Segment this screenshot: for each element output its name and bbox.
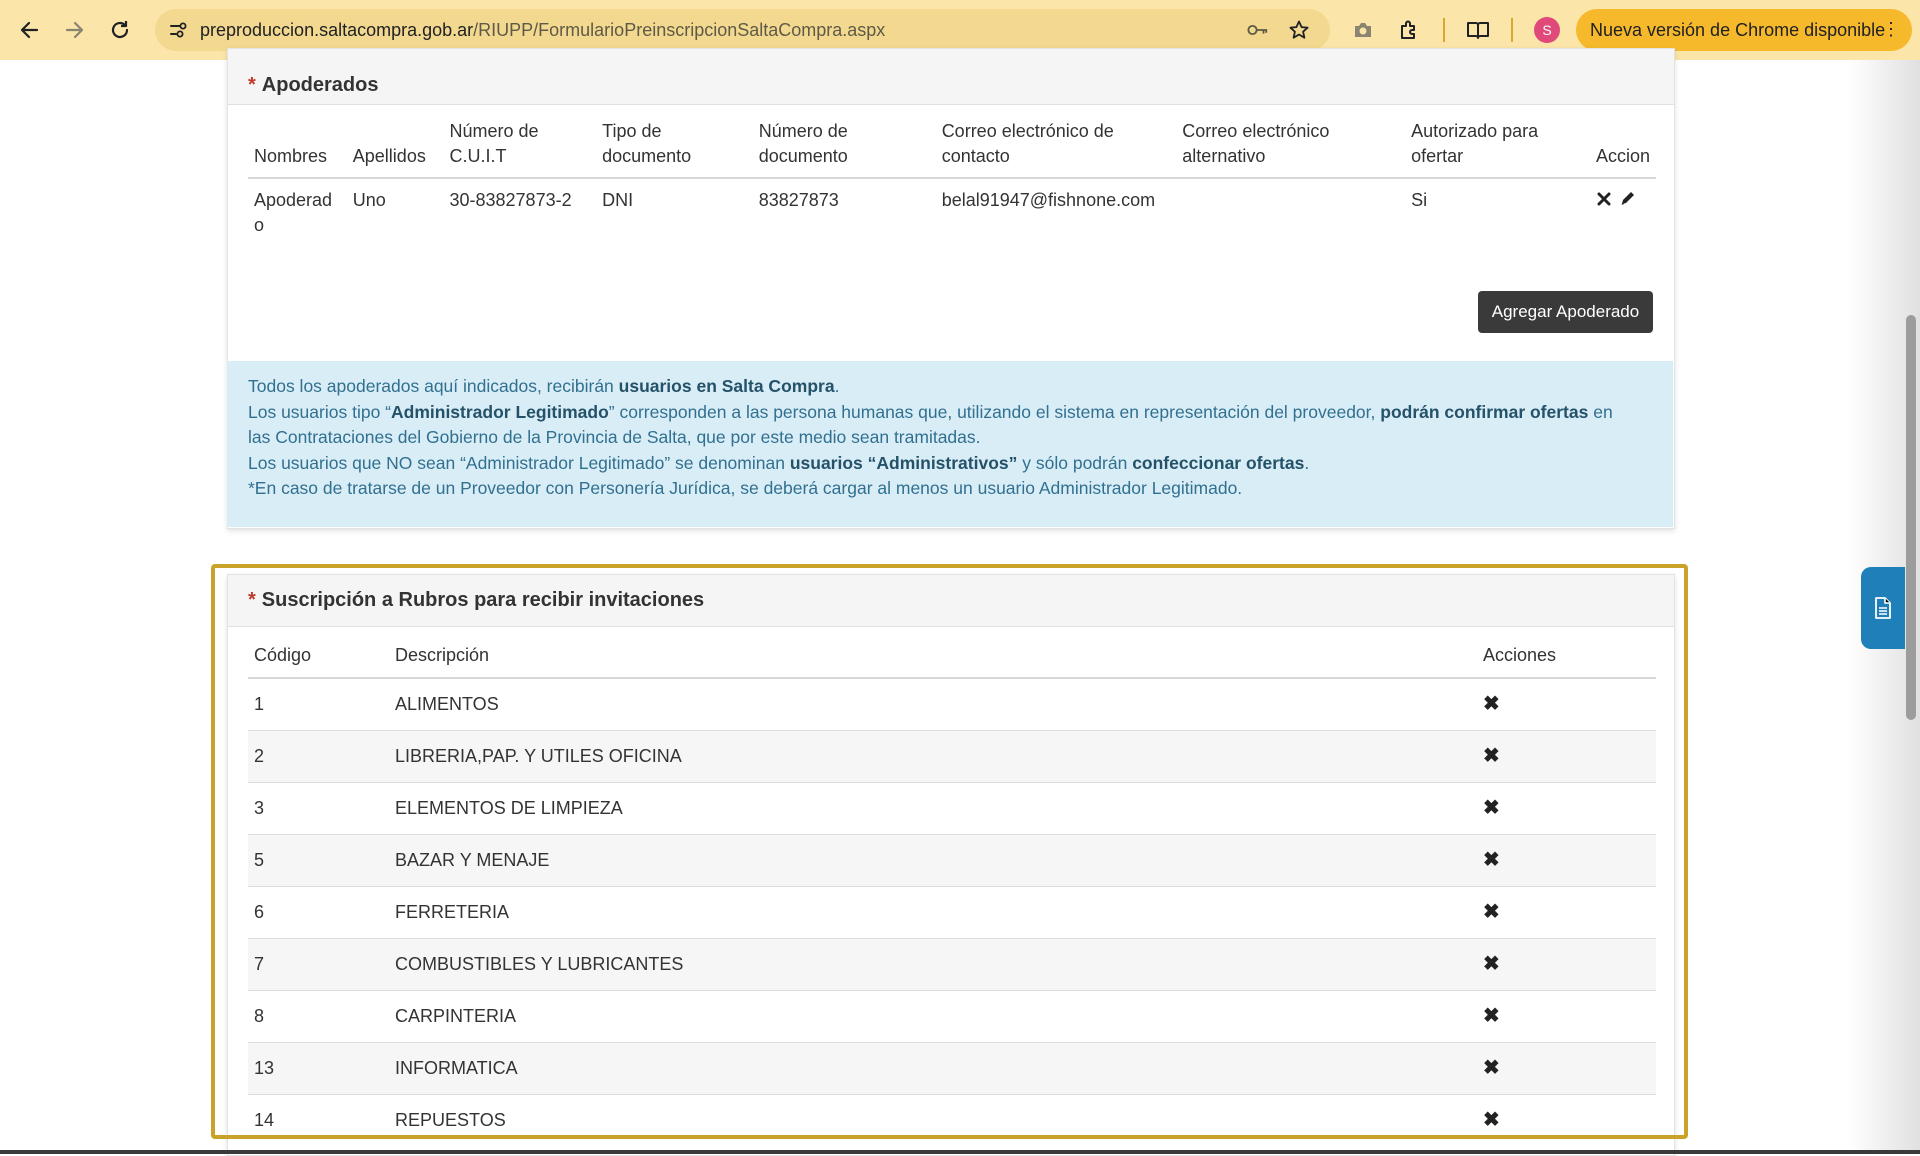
forward-arrow-icon[interactable]	[60, 15, 90, 45]
toolbar-separator	[1511, 18, 1513, 42]
col-num-doc-line2: documento	[758, 146, 848, 166]
col-nombres: Nombres	[248, 119, 347, 179]
info-line: Los usuarios que NO sean “Administrador …	[248, 451, 1652, 477]
bottom-edge	[0, 1150, 1920, 1154]
cell-num-doc: 83827873	[758, 190, 839, 210]
col-correo-alt-line2: alternativo	[1182, 146, 1266, 166]
col-tipo-doc-line1: Tipo de	[602, 121, 662, 141]
profile-avatar[interactable]: S	[1534, 17, 1560, 43]
cell-correo: belal91947@fishnone.com	[941, 190, 1156, 210]
nombres-line1: Apoderad	[254, 190, 333, 210]
camera-icon[interactable]	[1351, 18, 1375, 42]
url-host: preproduccion.saltacompra.gob.ar	[200, 20, 474, 40]
chrome-update-button[interactable]: Nueva versión de Chrome disponible ⋮	[1576, 9, 1912, 51]
nombres-line2: o	[254, 215, 265, 235]
cell-accion	[1590, 178, 1656, 247]
info-text: en	[1588, 401, 1613, 422]
toolbar-separator	[1443, 18, 1445, 42]
col-num-doc-line1: Número de	[758, 121, 848, 141]
cell-nombres: Apoderad o	[248, 178, 347, 247]
site-settings-icon[interactable]	[167, 19, 189, 41]
info-line: *En caso de tratarse de un Proveedor con…	[248, 478, 1243, 498]
info-bold: Administrador Legitimado	[391, 401, 609, 422]
reading-mode-icon[interactable]	[1466, 18, 1490, 42]
cell-autorizado: Si	[1411, 190, 1428, 210]
col-correo-line1: Correo electrónico de	[941, 121, 1114, 141]
scrollbar-thumb[interactable]	[1906, 315, 1916, 720]
cell-apellidos: Uno	[352, 190, 386, 210]
col-autorizado-line2: ofertar	[1411, 146, 1464, 166]
col-apellidos: Apellidos	[346, 119, 444, 179]
col-autorizado: Autorizado para ofertar	[1405, 119, 1590, 179]
apoderados-heading: * Apoderados	[228, 49, 1674, 105]
table-row: Apoderad o Uno 30-83827873-2 DNI 83827873…	[248, 178, 1656, 247]
col-autorizado-line1: Autorizado para	[1411, 121, 1539, 141]
cell-tipo-doc: DNI	[602, 190, 634, 210]
back-arrow-icon[interactable]	[14, 15, 44, 45]
info-line: las Contrataciones del Gobierno de la Pr…	[248, 427, 981, 447]
col-cuit-line1: Número de	[449, 121, 539, 141]
col-tipo-doc: Tipo de documento	[596, 119, 753, 179]
col-cuit: Número de C.U.I.T	[443, 119, 597, 179]
highlight-frame	[211, 564, 1688, 1139]
required-mark: *	[248, 74, 256, 96]
extensions-icon[interactable]	[1397, 18, 1421, 42]
update-label: Nueva versión de Chrome disponible	[1590, 20, 1886, 40]
info-text: ” corresponden a las persona humanas que…	[608, 401, 1381, 422]
info-line: Los usuarios tipo “Administrador Legitim…	[248, 400, 1652, 426]
page-content: * Apoderados Nombres Apellidos Número de C…	[0, 48, 1920, 1156]
info-text: .	[1304, 452, 1310, 473]
col-correo-line2: contacto	[941, 146, 1010, 166]
col-correo: Correo electrónico de contacto	[935, 119, 1177, 179]
edit-pencil-icon[interactable]	[1619, 189, 1637, 214]
reload-icon[interactable]	[105, 15, 135, 45]
info-text: Los usuarios tipo “	[248, 401, 391, 422]
info-bold: usuarios en Salta Compra	[618, 376, 835, 396]
info-bold: confeccionar ofertas	[1132, 452, 1305, 473]
info-text: .	[834, 376, 840, 396]
col-cuit-line2: C.U.I.T	[449, 146, 507, 166]
col-correo-alt-line1: Correo electrónico	[1182, 121, 1330, 141]
document-icon[interactable]	[1861, 567, 1905, 649]
apoderados-title: Apoderados	[261, 74, 379, 96]
info-line: Todos los apoderados aquí indicados, rec…	[248, 374, 1652, 400]
cell-cuit: 30-83827873-2	[449, 190, 572, 210]
menu-dots-icon[interactable]: ⋮	[1882, 19, 1900, 40]
address-bar[interactable]: preproduccion.saltacompra.gob.ar/RIUPP/F…	[155, 9, 1330, 51]
info-bold: usuarios “Administrativos”	[789, 452, 1018, 473]
info-bold: podrán confirmar ofertas	[1380, 401, 1589, 422]
col-accion: Accion	[1589, 119, 1656, 179]
col-correo-alt: Correo electrónico alternativo	[1176, 119, 1406, 179]
password-key-icon[interactable]	[1247, 19, 1269, 41]
bookmark-star-icon[interactable]	[1288, 19, 1310, 41]
url-text: preproduccion.saltacompra.gob.ar/RIUPP/F…	[200, 20, 885, 41]
delete-icon[interactable]	[1596, 189, 1612, 214]
url-path: /RIUPP/FormularioPreinscripcionSaltaComp…	[473, 20, 886, 40]
info-alert: Todos los apoderados aquí indicados, rec…	[227, 361, 1673, 527]
info-text: Todos los apoderados aquí indicados, rec…	[248, 376, 619, 396]
info-text: Los usuarios que NO sean “Administrador …	[248, 452, 790, 473]
cell-correo-alt	[1176, 178, 1405, 247]
apoderados-table: Nombres Apellidos Número de C.U.I.T Tipo …	[248, 119, 1656, 247]
col-tipo-doc-line2: documento	[602, 146, 692, 166]
info-text: y sólo podrán	[1017, 452, 1133, 473]
col-num-doc: Número de documento	[752, 119, 936, 179]
add-apoderado-button[interactable]: Agregar Apoderado	[1478, 291, 1653, 333]
